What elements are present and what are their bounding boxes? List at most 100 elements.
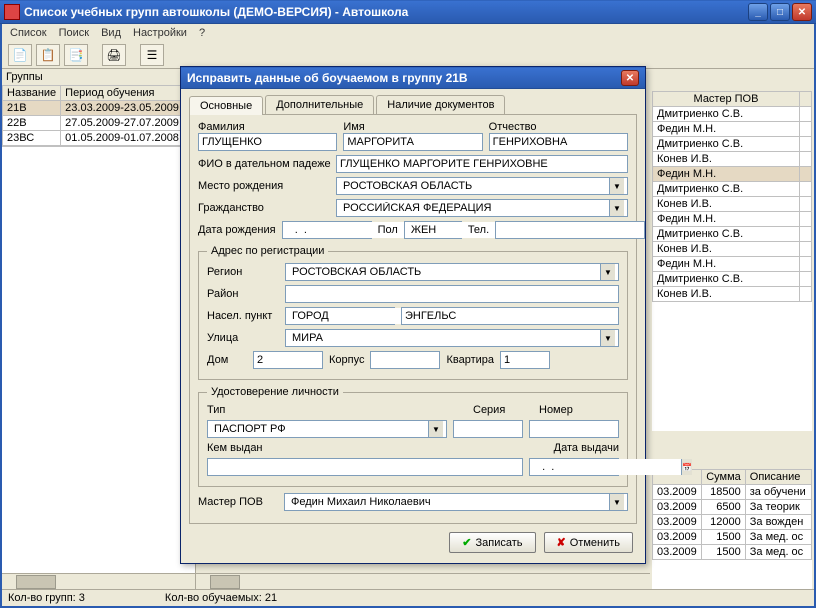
dialog-close-button[interactable]: ✕: [621, 70, 639, 86]
chevron-down-icon[interactable]: ▼: [609, 200, 624, 216]
statusbar: Кол-во групп: 3 Кол-во обучаемых: 21: [2, 589, 814, 606]
menu-view[interactable]: Вид: [101, 27, 121, 39]
menu-list[interactable]: Список: [10, 27, 47, 39]
status-students: Кол-во обучаемых: 21: [165, 592, 277, 604]
table-row[interactable]: 03.20091500За мед. ос: [653, 545, 812, 560]
citizenship-combo[interactable]: ▼: [336, 199, 628, 217]
table-row[interactable]: Федин М.Н.: [653, 257, 812, 272]
label-issue-date: Дата выдачи: [554, 442, 619, 454]
menu-search[interactable]: Поиск: [59, 27, 89, 39]
id-number-field[interactable]: [529, 420, 619, 438]
flat-field[interactable]: [500, 351, 550, 369]
label-id-type: Тип: [207, 404, 237, 416]
id-series-field[interactable]: [453, 420, 523, 438]
issue-date-field[interactable]: 📅: [529, 458, 619, 476]
main-hscroll[interactable]: [196, 573, 650, 589]
table-row[interactable]: Федин М.Н.: [653, 212, 812, 227]
masters-grid[interactable]: Мастер ПОВ Дмитриенко С.В. Федин М.Н. Дм…: [652, 91, 812, 302]
surname-field[interactable]: [198, 133, 337, 151]
table-row[interactable]: 21В 23.03.2009-23.05.2009: [3, 101, 195, 116]
table-row[interactable]: Конев И.В.: [653, 152, 812, 167]
groups-pane: Группы Название Период обучения 21В 23.0…: [2, 69, 196, 589]
main-titlebar: Список учебных групп автошколы (ДЕМО-ВЕР…: [0, 0, 816, 24]
table-row[interactable]: Дмитриенко С.В.: [653, 272, 812, 287]
sex-combo[interactable]: ▼: [404, 221, 462, 239]
dialog-titlebar[interactable]: Исправить данные об боучаемом в группу 2…: [181, 67, 645, 89]
building-field[interactable]: [370, 351, 440, 369]
chevron-down-icon[interactable]: ▼: [609, 178, 624, 194]
calendar-icon[interactable]: 📅: [681, 459, 692, 475]
district-field[interactable]: [285, 285, 619, 303]
table-row[interactable]: Дмитриенко С.В.: [653, 182, 812, 197]
toolbar-print[interactable]: 🖨: [102, 44, 126, 66]
table-row[interactable]: 22В 27.05.2009-27.07.2009: [3, 116, 195, 131]
groups-col-period[interactable]: Период обучения: [61, 86, 195, 101]
status-groups: Кол-во групп: 3: [8, 592, 85, 604]
maximize-button[interactable]: □: [770, 3, 790, 21]
region-combo[interactable]: ▼: [285, 263, 619, 281]
table-row[interactable]: Дмитриенко С.В.: [653, 107, 812, 122]
toolbar-btn-5[interactable]: ☰: [140, 44, 164, 66]
address-group: Адрес по регистрации Регион ▼ Район Насе…: [198, 245, 628, 380]
table-row[interactable]: 03.200912000За вожден: [653, 515, 812, 530]
menu-help[interactable]: ?: [199, 27, 205, 39]
save-button[interactable]: ✔ Записать: [449, 532, 535, 553]
fio-dat-field[interactable]: [336, 155, 628, 173]
cancel-button[interactable]: ✘ Отменить: [544, 532, 633, 553]
menubar: Список Поиск Вид Настройки ?: [2, 24, 814, 42]
groups-hscroll[interactable]: [2, 573, 195, 589]
toolbar-btn-3[interactable]: 📑: [64, 44, 88, 66]
table-row[interactable]: 03.20091500За мед. ос: [653, 530, 812, 545]
master-combo[interactable]: ▼: [284, 493, 628, 511]
close-button[interactable]: ✕: [792, 3, 812, 21]
table-row[interactable]: 03.200918500за обучени: [653, 485, 812, 500]
chevron-down-icon[interactable]: ▼: [428, 421, 443, 437]
chevron-down-icon[interactable]: ▼: [600, 264, 615, 280]
label-id-series: Серия: [473, 404, 533, 416]
issued-by-field[interactable]: [207, 458, 523, 476]
label-master: Мастер ПОВ: [198, 496, 278, 508]
menu-settings[interactable]: Настройки: [133, 27, 187, 39]
label-id-number: Номер: [539, 404, 619, 416]
settlement-field[interactable]: [401, 307, 619, 325]
table-row[interactable]: Федин М.Н.: [653, 167, 812, 182]
table-row[interactable]: Конев И.В.: [653, 242, 812, 257]
name-field[interactable]: [343, 133, 482, 151]
birthdate-field[interactable]: 📅: [282, 221, 372, 239]
patronymic-field[interactable]: [489, 133, 628, 151]
label-sex: Пол: [378, 224, 398, 236]
table-row[interactable]: 03.20096500За теорик: [653, 500, 812, 515]
tab-docs[interactable]: Наличие документов: [376, 95, 505, 114]
check-icon: ✔: [462, 536, 471, 549]
chevron-down-icon[interactable]: ▼: [600, 330, 615, 346]
birthplace-combo[interactable]: ▼: [336, 177, 628, 195]
payments-col-desc[interactable]: Описание: [745, 470, 811, 485]
tel-field[interactable]: [495, 221, 645, 239]
table-row[interactable]: Конев И.В.: [653, 287, 812, 302]
house-field[interactable]: [253, 351, 323, 369]
toolbar-btn-1[interactable]: 📄: [8, 44, 32, 66]
label-tel: Тел.: [468, 224, 489, 236]
address-legend: Адрес по регистрации: [207, 245, 328, 257]
tab-extra[interactable]: Дополнительные: [265, 95, 374, 114]
payments-col-sum[interactable]: Сумма: [701, 470, 745, 485]
table-row[interactable]: Дмитриенко С.В.: [653, 227, 812, 242]
settlement-type-combo[interactable]: ▼: [285, 307, 395, 325]
groups-header: Группы: [2, 69, 195, 85]
table-row[interactable]: Федин М.Н.: [653, 122, 812, 137]
groups-col-name[interactable]: Название: [3, 86, 61, 101]
table-row[interactable]: Конев И.В.: [653, 197, 812, 212]
tab-main[interactable]: Основные: [189, 96, 263, 115]
chevron-down-icon[interactable]: ▼: [609, 494, 624, 510]
groups-grid[interactable]: Название Период обучения 21В 23.03.2009-…: [2, 85, 195, 146]
street-combo[interactable]: ▼: [285, 329, 619, 347]
label-birthplace: Место рождения: [198, 180, 330, 192]
x-icon: ✘: [557, 536, 566, 549]
table-row[interactable]: 23ВС 01.05.2009-01.07.2008: [3, 131, 195, 146]
masters-col[interactable]: Мастер ПОВ: [653, 92, 800, 107]
toolbar-btn-2[interactable]: 📋: [36, 44, 60, 66]
payments-grid[interactable]: Сумма Описание 03.200918500за обучени 03…: [652, 469, 812, 560]
id-type-combo[interactable]: ▼: [207, 420, 447, 438]
table-row[interactable]: Дмитриенко С.В.: [653, 137, 812, 152]
minimize-button[interactable]: _: [748, 3, 768, 21]
